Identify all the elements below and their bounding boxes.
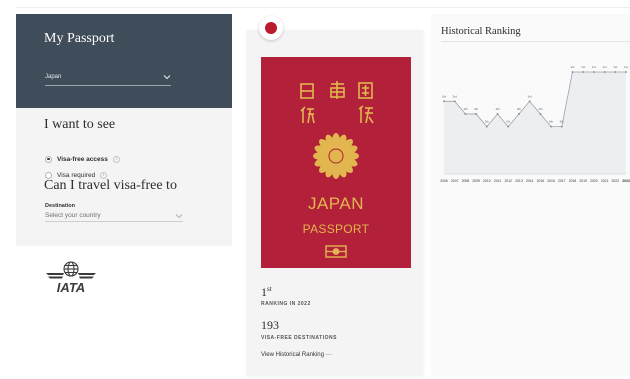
biometric-chip-icon [325, 245, 347, 258]
chart-point [443, 100, 445, 103]
chart-point-label: 3rd [442, 94, 447, 98]
iata-logo: IATA [46, 261, 96, 294]
chart-point [507, 125, 510, 128]
chart-point [539, 113, 542, 115]
chart-point-label: 3rd [527, 94, 532, 98]
chart-x-tick-label: 2008 [462, 179, 470, 183]
historical-ranking-title: Historical Ranking [441, 26, 521, 37]
chart-x-tick-label: 2010 [483, 179, 491, 183]
chart-point-label: 5th [485, 120, 490, 124]
title-underline [441, 41, 630, 42]
chart-point-label: 5th [560, 120, 565, 124]
chart-point-label: 5th [506, 120, 511, 124]
chart-point-label: 4th [474, 107, 479, 111]
chevron-down-icon [175, 214, 183, 219]
chart-x-tick-label: 2023 [622, 179, 630, 183]
chart-point-label: 1st [581, 65, 585, 69]
radio-button-selected[interactable] [45, 155, 52, 163]
my-passport-title: My Passport [44, 31, 115, 46]
chart-x-tick-label: 2011 [494, 179, 501, 183]
chart-point [528, 100, 531, 103]
destination-select[interactable]: Select your country [45, 210, 183, 222]
passport-cover-word: PASSPORT [302, 222, 370, 236]
ranking-number: 1st [261, 285, 272, 299]
passport-cover-country: JAPAN [307, 194, 365, 213]
chart-point [571, 71, 574, 73]
chart-area-fill [444, 72, 626, 174]
chart-point [614, 71, 617, 73]
chart-x-tick-label: 2009 [472, 179, 480, 183]
chart-x-tick-label: 2018 [569, 179, 577, 183]
visa-free-count: 193 [261, 318, 279, 332]
arrow-right-icon: — [325, 352, 332, 358]
chart-point-label: 1st [624, 65, 628, 69]
visa-free-label: VISA-FREE DESTINATIONS [261, 335, 337, 341]
chart-point [625, 71, 627, 73]
radio-visa-free[interactable]: Visa-free access i [45, 154, 120, 164]
chart-x-tick-label: 2019 [579, 179, 587, 183]
chevron-down-icon [163, 75, 171, 80]
chart-point-label: 1st [570, 65, 574, 69]
chart-point-label: 1st [603, 65, 607, 69]
destination-placeholder: Select your country [45, 212, 101, 219]
passport-emblem [300, 81, 374, 179]
chart-point [453, 100, 456, 103]
chart-point-label: 3rd [453, 94, 458, 98]
travel-title: Can I travel visa-free to [44, 178, 177, 193]
chart-point-label: 1st [613, 65, 617, 69]
chart-x-tick-label: 2020 [590, 179, 598, 183]
chart-x-tick-label: 2022 [612, 179, 620, 183]
historical-ranking-chart: 3rd 2006 3rd 2007 4th 2008 4th 2009 5th 2010 4th 20… [440, 65, 630, 183]
chart-x-tick-label: 2016 [547, 179, 555, 183]
country-select[interactable]: Japan [45, 73, 171, 86]
chart-point [518, 113, 520, 115]
chart-x-tick-label: 2021 [601, 179, 609, 183]
chart-point [603, 71, 606, 73]
chart-point [592, 71, 595, 73]
top-divider [16, 7, 630, 8]
view-historical-ranking-link[interactable]: View Historical Ranking — [261, 352, 332, 358]
chart-point [550, 125, 552, 128]
chart-point-label: 4th [463, 107, 468, 111]
chart-x-tick-label: 2012 [504, 179, 512, 183]
info-icon[interactable]: i [112, 155, 120, 163]
chart-x-tick-label: 2013 [515, 179, 523, 183]
want-to-see-title: I want to see [44, 117, 116, 132]
chart-point [475, 113, 478, 115]
ranking-label: RANKING IN 2022 [261, 301, 311, 307]
chart-x-tick-label: 2017 [558, 179, 566, 183]
japan-flag-icon [259, 16, 283, 40]
my-passport-header: My Passport Japan [16, 14, 232, 108]
chart-x-tick-label: 2014 [526, 179, 534, 183]
chart-point-label: 4th [538, 107, 543, 111]
chart-point-label: 4th [495, 107, 500, 111]
radio-label-visa-free: Visa-free access [57, 155, 108, 163]
chart-point [496, 113, 499, 115]
chart-point [560, 125, 563, 128]
chart-point-label: 1st [592, 65, 596, 69]
chart-point-label: 5th [549, 120, 554, 124]
passport-selector-panel: My Passport Japan I want to see Visa-fre… [16, 14, 232, 246]
chart-point [464, 113, 467, 115]
chart-x-tick-label: 2007 [451, 179, 459, 183]
country-select-value: Japan [45, 74, 62, 80]
iata-logo-text: IATA [57, 280, 85, 294]
chart-point [485, 125, 488, 128]
chart-x-tick-label: 2015 [537, 179, 545, 183]
chart-x-tick-label: 2006 [440, 179, 448, 183]
chart-point-label: 4th [517, 107, 522, 111]
chart-point [582, 71, 585, 73]
passport-cover: JAPAN PASSPORT [261, 57, 411, 268]
destination-label: Destination [45, 203, 75, 209]
